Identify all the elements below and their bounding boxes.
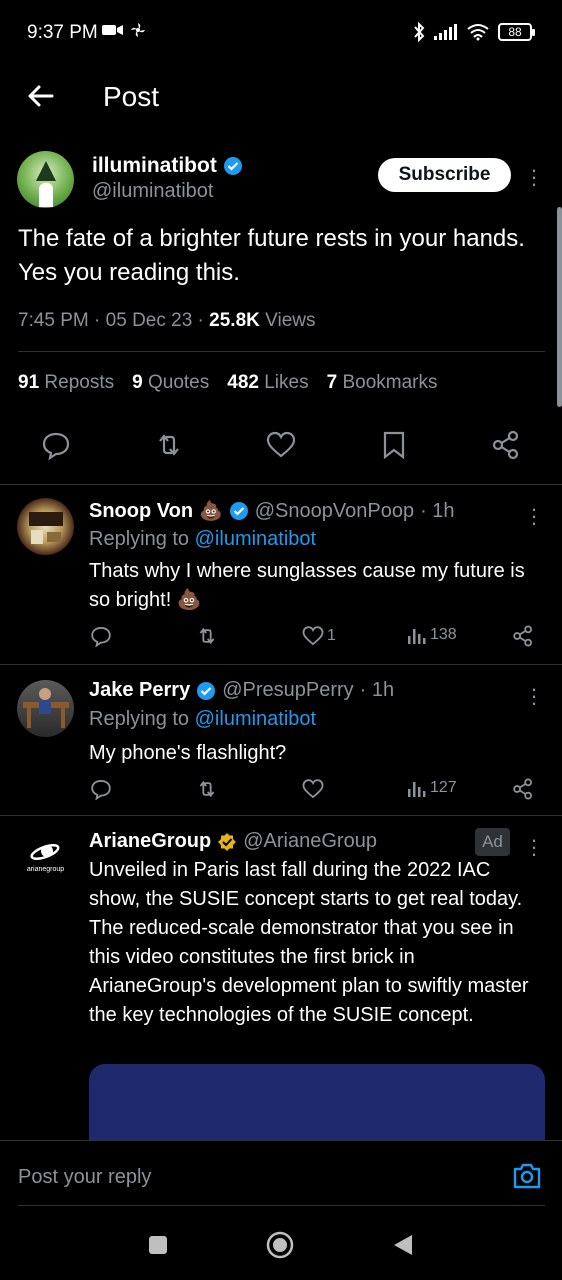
header: Post xyxy=(0,66,562,128)
avatar-logo-text: arianegroup xyxy=(26,866,65,873)
divider xyxy=(18,1205,545,1206)
reply-icon[interactable] xyxy=(90,625,112,647)
back-arrow-icon[interactable] xyxy=(24,80,56,112)
author-handle[interactable]: @PresupPerry xyxy=(222,679,353,702)
reposts-stat[interactable]: 91 Reposts xyxy=(18,372,114,394)
signal-icon xyxy=(434,24,457,40)
post-actions xyxy=(0,430,562,470)
view-count: 127 xyxy=(430,779,457,796)
subscribe-button[interactable]: Subscribe xyxy=(378,158,511,192)
bluetooth-icon xyxy=(414,22,425,42)
replying-to-link[interactable]: @iluminatibot xyxy=(195,528,316,550)
more-options-icon[interactable]: · · · xyxy=(527,498,541,534)
author-handle[interactable]: @SnoopVonPoop xyxy=(255,500,414,523)
more-options-icon[interactable]: · · · xyxy=(527,829,541,865)
verified-badge-icon xyxy=(223,157,242,175)
like-icon[interactable] xyxy=(266,430,296,460)
verified-badge-icon xyxy=(197,681,216,700)
more-options-icon[interactable]: · · · xyxy=(527,678,541,714)
bookmark-icon[interactable] xyxy=(379,430,409,460)
more-options-icon[interactable]: · · · xyxy=(527,159,541,195)
share-icon[interactable] xyxy=(491,430,521,460)
author-handle[interactable]: @iluminatibot xyxy=(92,180,213,203)
verified-badge-icon xyxy=(229,502,248,520)
back-button-icon[interactable] xyxy=(392,1233,414,1257)
reply-item[interactable]: Jake Perry @PresupPerry · 1h · · · Replyin… xyxy=(0,665,562,815)
share-icon[interactable] xyxy=(512,778,534,800)
ad-post[interactable]: arianegroup ArianeGroup @ArianeGroup Ad … xyxy=(0,816,562,1140)
fan-icon xyxy=(131,23,145,37)
video-camera-icon xyxy=(102,25,123,35)
author-handle[interactable]: @ArianeGroup xyxy=(243,830,377,853)
reply-text: My phone's flashlight? xyxy=(89,742,287,764)
post-text: The fate of a brighter future rests in y… xyxy=(18,225,525,286)
post-time: · 1h xyxy=(359,679,395,701)
repost-icon[interactable] xyxy=(154,430,184,460)
share-icon[interactable] xyxy=(512,625,534,647)
wifi-icon xyxy=(467,24,489,41)
reply-composer: Post your reply xyxy=(0,1140,562,1206)
reply-actions: 127 xyxy=(0,778,562,806)
reply-icon[interactable] xyxy=(41,430,71,460)
reply-text: Thats why I where sunglasses cause my fu… xyxy=(89,560,525,611)
divider xyxy=(18,351,545,352)
avatar[interactable] xyxy=(17,498,74,555)
like-icon[interactable] xyxy=(302,778,324,800)
status-bar: 9:37 PM 88 xyxy=(0,0,562,66)
replying-to: Replying to @iluminatibot xyxy=(89,528,317,550)
battery-indicator: 88 xyxy=(498,23,535,41)
avatar[interactable]: arianegroup xyxy=(17,830,74,887)
likes-stat[interactable]: 482 Likes xyxy=(227,372,308,394)
camera-icon[interactable] xyxy=(512,1163,542,1189)
ad-video[interactable] xyxy=(89,1064,545,1140)
replying-to: Replying to @iluminatibot xyxy=(89,708,317,730)
reply-item[interactable]: Snoop Von 💩 @SnoopVonPoop · 1h · · · Reply… xyxy=(0,485,562,665)
author-name[interactable]: Snoop Von 💩 @SnoopVonPoop · 1h xyxy=(89,499,455,523)
post-meta: 7:45 PM · 05 Dec 23 · 25.8K Views xyxy=(18,310,316,331)
status-time: 9:37 PM xyxy=(27,22,98,43)
repost-icon[interactable] xyxy=(195,625,219,647)
verified-gold-badge-icon xyxy=(218,832,237,851)
views-button[interactable]: 138 xyxy=(407,625,457,645)
quotes-stat[interactable]: 9 Quotes xyxy=(132,372,209,394)
post-time: · 1h xyxy=(420,499,455,522)
like-icon xyxy=(302,626,324,646)
view-count: 138 xyxy=(430,626,457,643)
reply-input[interactable]: Post your reply xyxy=(18,1166,151,1189)
reply-actions: 1 138 xyxy=(0,625,562,653)
views-button[interactable]: 127 xyxy=(407,778,457,798)
avatar-image xyxy=(29,512,63,544)
like-button[interactable]: 1 xyxy=(302,625,336,647)
avatar[interactable] xyxy=(17,680,74,737)
bookmarks-stat[interactable]: 7 Bookmarks xyxy=(327,372,438,394)
repost-icon[interactable] xyxy=(195,778,219,800)
author-name[interactable]: ArianeGroup @ArianeGroup xyxy=(89,830,377,853)
avatar-image xyxy=(23,688,69,728)
replying-to-link[interactable]: @iluminatibot xyxy=(195,708,316,730)
poop-emoji: 💩 xyxy=(199,501,223,522)
views-icon xyxy=(408,629,426,644)
avatar[interactable] xyxy=(17,151,74,208)
ariane-logo-icon xyxy=(30,844,60,860)
post-stats: 91 Reposts 9 Quotes 482 Likes 7 Bookmark… xyxy=(18,372,437,394)
author-name[interactable]: Jake Perry @PresupPerry · 1h xyxy=(89,679,394,702)
home-button-icon[interactable] xyxy=(266,1231,294,1259)
recents-button-icon[interactable] xyxy=(148,1235,168,1255)
reply-icon[interactable] xyxy=(90,778,112,800)
author-name[interactable]: illuminatibot xyxy=(92,154,243,178)
ad-text: Unveiled in Paris last fall during the 2… xyxy=(89,859,529,1026)
page-title: Post xyxy=(103,81,160,112)
system-nav-bar xyxy=(0,1210,562,1280)
ad-badge: Ad xyxy=(475,828,510,856)
views-icon xyxy=(408,782,426,797)
like-count: 1 xyxy=(327,627,336,644)
scrollbar[interactable] xyxy=(557,207,562,407)
